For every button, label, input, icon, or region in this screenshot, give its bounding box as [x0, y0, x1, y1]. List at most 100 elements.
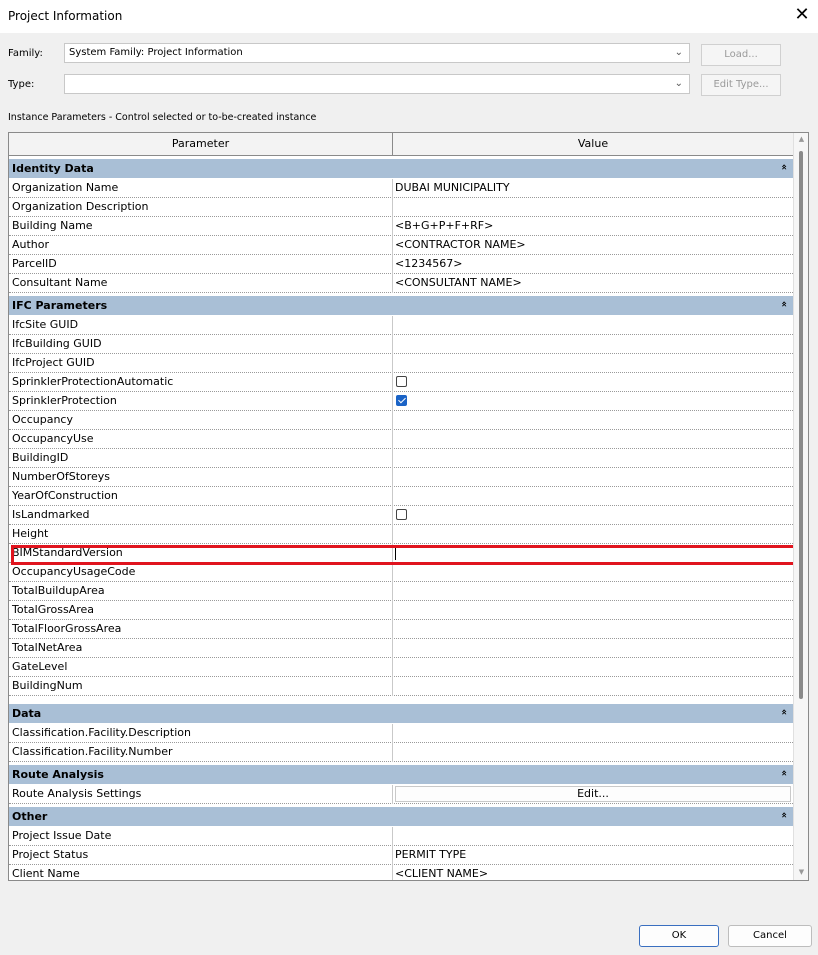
sprinkler-protection-automatic-checkbox[interactable]: [396, 376, 407, 387]
param-row[interactable]: TotalGrossArea: [9, 601, 793, 620]
param-name: Client Name: [12, 867, 80, 880]
column-header-parameter[interactable]: Parameter: [9, 133, 393, 155]
param-row[interactable]: Organization Name DUBAI MUNICIPALITY: [9, 179, 793, 198]
param-row[interactable]: Classification.Facility.Description: [9, 724, 793, 743]
param-row[interactable]: YearOfConstruction: [9, 487, 793, 506]
param-name: Project Issue Date: [12, 829, 112, 842]
param-row[interactable]: Height: [9, 525, 793, 544]
param-row[interactable]: TotalNetArea: [9, 639, 793, 658]
param-row[interactable]: Project Status PERMIT TYPE: [9, 846, 793, 865]
window-title: Project Information: [8, 9, 123, 23]
param-row[interactable]: Author <CONTRACTOR NAME>: [9, 236, 793, 255]
title-bar: Project Information ✕: [0, 0, 818, 33]
param-name: Organization Description: [12, 200, 149, 213]
param-name: OccupancyUse: [12, 432, 94, 445]
param-name: YearOfConstruction: [12, 489, 118, 502]
param-name: IfcBuilding GUID: [12, 337, 102, 350]
sprinkler-protection-checkbox[interactable]: [396, 395, 407, 406]
param-row[interactable]: Consultant Name <CONSULTANT NAME>: [9, 274, 793, 293]
param-row[interactable]: BuildingNum: [9, 677, 793, 696]
column-header-value[interactable]: Value: [393, 133, 793, 155]
param-row[interactable]: BuildingID: [9, 449, 793, 468]
load-button[interactable]: Load...: [701, 44, 781, 66]
collapse-icon[interactable]: »: [779, 297, 790, 311]
param-row[interactable]: NumberOfStoreys: [9, 468, 793, 487]
vertical-scrollbar[interactable]: ▲ ▼: [793, 133, 808, 880]
column-divider: [392, 392, 393, 411]
param-row[interactable]: GateLevel: [9, 658, 793, 677]
param-row[interactable]: TotalFloorGrossArea: [9, 620, 793, 639]
collapse-icon[interactable]: »: [779, 160, 790, 174]
column-divider: [392, 354, 393, 373]
param-value[interactable]: <1234567>: [395, 255, 462, 273]
column-divider: [392, 487, 393, 506]
param-row[interactable]: SprinklerProtection: [9, 392, 793, 411]
column-divider: [392, 179, 393, 198]
param-row[interactable]: Project Issue Date: [9, 827, 793, 846]
group-label: IFC Parameters: [12, 299, 108, 312]
type-combobox[interactable]: ⌄: [64, 74, 690, 94]
param-row[interactable]: TotalBuildupArea: [9, 582, 793, 601]
param-row[interactable]: ParcelID <1234567>: [9, 255, 793, 274]
param-row[interactable]: IfcBuilding GUID: [9, 335, 793, 354]
param-row[interactable]: Occupancy: [9, 411, 793, 430]
collapse-icon[interactable]: »: [779, 705, 790, 719]
group-data[interactable]: Data »: [9, 704, 793, 724]
column-divider: [392, 582, 393, 601]
group-other[interactable]: Other »: [9, 807, 793, 827]
column-divider: [392, 525, 393, 544]
param-row[interactable]: Classification.Facility.Number: [9, 743, 793, 762]
group-identity-data[interactable]: Identity Data »: [9, 159, 793, 179]
param-name: Occupancy: [12, 413, 73, 426]
group-ifc-parameters[interactable]: IFC Parameters »: [9, 296, 793, 316]
collapse-icon[interactable]: »: [779, 766, 790, 780]
param-value[interactable]: PERMIT TYPE: [395, 846, 466, 864]
param-row[interactable]: Building Name <B+G+P+F+RF>: [9, 217, 793, 236]
param-name: IfcSite GUID: [12, 318, 79, 331]
param-name: SprinklerProtectionAutomatic: [12, 375, 174, 388]
param-row[interactable]: Organization Description: [9, 198, 793, 217]
collapse-icon[interactable]: »: [779, 808, 790, 822]
close-icon[interactable]: ✕: [792, 5, 812, 25]
group-label: Other: [12, 810, 48, 823]
cancel-button[interactable]: Cancel: [728, 925, 812, 947]
param-name: OccupancyUsageCode: [12, 565, 136, 578]
param-row[interactable]: Client Name <CLIENT NAME>: [9, 865, 793, 880]
param-name: Classification.Facility.Description: [12, 726, 191, 739]
param-value[interactable]: <B+G+P+F+RF>: [395, 217, 493, 235]
param-value[interactable]: <CLIENT NAME>: [395, 865, 488, 880]
param-name: Consultant Name: [12, 276, 108, 289]
param-row[interactable]: IsLandmarked: [9, 506, 793, 525]
param-name: NumberOfStoreys: [12, 470, 111, 483]
group-label: Route Analysis: [12, 768, 104, 781]
column-divider: [392, 373, 393, 392]
param-value[interactable]: <CONSULTANT NAME>: [395, 274, 522, 292]
param-value[interactable]: DUBAI MUNICIPALITY: [395, 179, 510, 197]
param-row[interactable]: OccupancyUse: [9, 430, 793, 449]
param-value[interactable]: <CONTRACTOR NAME>: [395, 236, 526, 254]
scroll-up-icon[interactable]: ▲: [794, 135, 808, 143]
edit-type-button[interactable]: Edit Type...: [701, 74, 781, 96]
scroll-down-icon[interactable]: ▼: [794, 868, 808, 876]
grid-header: Parameter Value: [9, 133, 793, 156]
scrollbar-thumb[interactable]: [799, 151, 803, 699]
is-landmarked-checkbox[interactable]: [396, 509, 407, 520]
family-combobox[interactable]: System Family: Project Information ⌄: [64, 43, 690, 63]
param-row[interactable]: Route Analysis Settings Edit...: [9, 785, 793, 804]
param-name: TotalNetArea: [12, 641, 83, 654]
param-name: TotalGrossArea: [12, 603, 95, 616]
group-route-analysis[interactable]: Route Analysis »: [9, 765, 793, 785]
param-name: ParcelID: [12, 257, 57, 270]
param-row[interactable]: SprinklerProtectionAutomatic: [9, 373, 793, 392]
ok-button[interactable]: OK: [639, 925, 719, 947]
route-analysis-edit-button[interactable]: Edit...: [395, 786, 791, 802]
param-name: GateLevel: [12, 660, 68, 673]
family-label: Family:: [8, 48, 43, 59]
param-row[interactable]: OccupancyUsageCode: [9, 563, 793, 582]
bim-standard-version-input[interactable]: [395, 546, 396, 560]
param-row-bim-standard-version[interactable]: BIMStandardVersion: [9, 544, 793, 563]
param-row[interactable]: IfcSite GUID: [9, 316, 793, 335]
parameters-grid: Parameter Value Identity Data » Organiza…: [8, 132, 809, 881]
param-row[interactable]: IfcProject GUID: [9, 354, 793, 373]
column-divider: [392, 274, 393, 293]
